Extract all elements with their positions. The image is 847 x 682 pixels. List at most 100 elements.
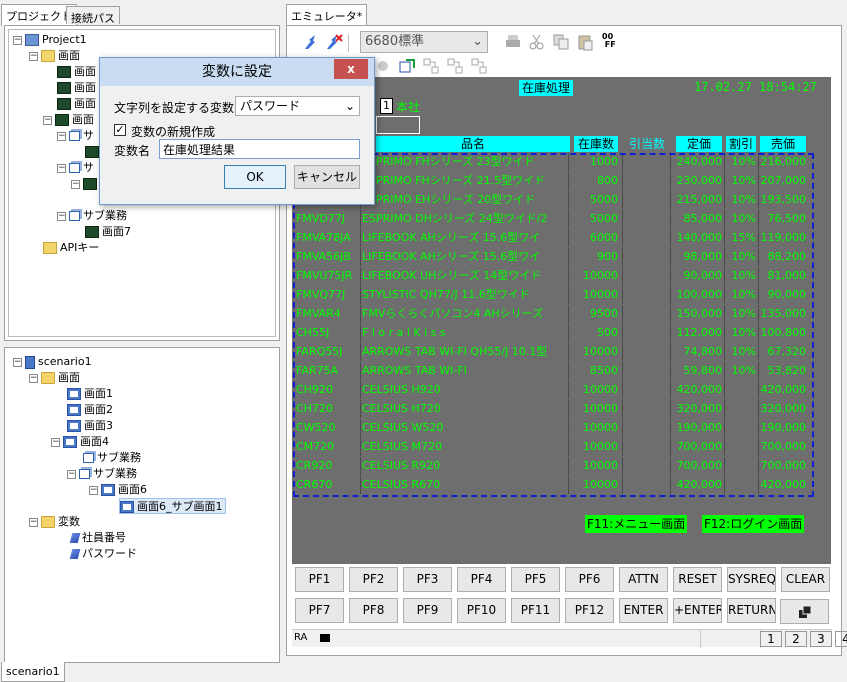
collapse-icon[interactable]: − bbox=[57, 163, 66, 173]
close-button[interactable]: x bbox=[334, 59, 368, 79]
set-variable-icon[interactable] bbox=[398, 57, 418, 77]
pf-key-pf8[interactable]: PF8 bbox=[349, 598, 398, 623]
tree-label: サブ業務 bbox=[97, 451, 141, 464]
pf-key-attn[interactable]: ATTN bbox=[619, 567, 668, 592]
var-name-input[interactable] bbox=[159, 139, 360, 159]
tree-screen2[interactable]: 画面2 bbox=[67, 402, 113, 418]
tree-project-root[interactable]: − Project1 bbox=[13, 32, 87, 48]
record-icon[interactable] bbox=[378, 61, 388, 71]
pf-key-enter[interactable]: ENTER bbox=[619, 598, 668, 623]
chevron-down-icon: ⌄ bbox=[472, 34, 483, 49]
tree-folder-screens[interactable]: − 画面 bbox=[29, 370, 80, 386]
pf-key-clear[interactable]: CLEAR bbox=[781, 567, 830, 592]
page-indicator-3[interactable]: 3 bbox=[810, 631, 832, 647]
hex-toggle-icon[interactable]: 00 FF bbox=[602, 33, 616, 49]
tree-screen3[interactable]: 画面3 bbox=[67, 418, 113, 434]
branch-name: 本社 bbox=[396, 100, 421, 114]
collapse-icon[interactable]: − bbox=[89, 485, 98, 495]
collapse-icon[interactable]: − bbox=[29, 51, 38, 61]
collapse-icon[interactable]: − bbox=[29, 517, 38, 527]
window-mode-button[interactable] bbox=[780, 599, 829, 624]
tree-screen7[interactable]: 画面7 bbox=[85, 224, 131, 240]
pf-key-pf9[interactable]: PF9 bbox=[403, 598, 452, 623]
tree-screen1[interactable]: 画面1 bbox=[67, 386, 113, 402]
collapse-icon[interactable]: − bbox=[13, 35, 22, 45]
tree-screen[interactable]: 画面 bbox=[57, 80, 96, 96]
collapse-icon[interactable]: − bbox=[71, 179, 80, 189]
collapse-icon[interactable]: − bbox=[43, 115, 52, 125]
tree-label: 社員番号 bbox=[82, 531, 126, 544]
tab-scenario1[interactable]: scenario1 bbox=[1, 662, 65, 682]
tree-sub-business[interactable]: − サ bbox=[57, 160, 94, 176]
disconnect-icon[interactable] bbox=[324, 32, 344, 52]
tab-emulator[interactable]: エミュレータ* bbox=[286, 4, 368, 26]
tree-screen4[interactable]: − 画面4 bbox=[51, 434, 109, 450]
new-var-checkbox[interactable]: ✓ bbox=[114, 124, 126, 136]
paste-icon[interactable] bbox=[576, 33, 596, 53]
collapse-icon[interactable]: − bbox=[13, 357, 22, 367]
pf-key-pf10[interactable]: PF10 bbox=[457, 598, 506, 623]
tree-screen[interactable]: − 画面 bbox=[43, 112, 94, 128]
pf-key-plus-enter[interactable]: +ENTER bbox=[673, 598, 722, 623]
collapse-icon[interactable]: − bbox=[51, 437, 60, 447]
pf-key-pf4[interactable]: PF4 bbox=[457, 567, 506, 592]
cut-icon[interactable] bbox=[528, 33, 548, 53]
tree-var-employee[interactable]: 社員番号 bbox=[69, 530, 126, 546]
string-var-select[interactable]: パスワード ⌄ bbox=[235, 96, 360, 116]
page-indicator-2[interactable]: 2 bbox=[785, 631, 807, 647]
tree-label: 画面6 bbox=[118, 483, 147, 496]
pf-key-row-1: PF1 PF2 PF3 PF4 PF5 PF6 ATTN RESET SYSREQ CLEAR bbox=[293, 567, 833, 595]
tree-screen6-sub[interactable]: 画面6_サブ画面1 bbox=[119, 498, 226, 514]
tree-label: 画面7 bbox=[102, 225, 131, 238]
ok-button[interactable]: OK bbox=[224, 165, 286, 189]
terminal-type-select[interactable]: 6680標準 ⌄ bbox=[360, 31, 488, 53]
pf-key-return[interactable]: RETURN bbox=[727, 598, 776, 623]
collapse-icon[interactable]: − bbox=[57, 131, 66, 141]
flow-icon[interactable] bbox=[422, 57, 442, 77]
signal-icon bbox=[320, 634, 330, 642]
pf-key-pf2[interactable]: PF2 bbox=[349, 567, 398, 592]
tree-folder-vars[interactable]: − 変数 bbox=[29, 514, 80, 530]
tree-screen[interactable]: 画面 bbox=[57, 64, 96, 80]
copy-icon[interactable] bbox=[552, 33, 572, 53]
scenario-icon bbox=[25, 355, 35, 369]
tree-screen[interactable]: 画面 bbox=[57, 96, 96, 112]
tree-screen[interactable]: − bbox=[71, 176, 97, 192]
tree-sub-business[interactable]: − サ bbox=[57, 128, 94, 144]
tree-sub-business[interactable]: − サブ業務 bbox=[57, 208, 127, 224]
pf-key-pf3[interactable]: PF3 bbox=[403, 567, 452, 592]
pf-key-reset[interactable]: RESET bbox=[673, 567, 722, 592]
pf-key-sysreq[interactable]: SYSREQ bbox=[727, 567, 776, 592]
tree-sub-business[interactable]: − サブ業務 bbox=[67, 466, 137, 482]
tree-folder-screens[interactable]: − 画面 bbox=[29, 48, 80, 64]
cancel-button[interactable]: キャンセル bbox=[294, 165, 360, 189]
tree-screen6[interactable]: − 画面6 bbox=[89, 482, 147, 498]
connect-icon[interactable] bbox=[302, 32, 322, 52]
collapse-icon[interactable]: − bbox=[67, 469, 76, 479]
pf-key-pf5[interactable]: PF5 bbox=[511, 567, 560, 592]
tree-screen[interactable] bbox=[85, 144, 99, 160]
branch-number-field[interactable]: 1 bbox=[380, 98, 393, 114]
pf-key-pf12[interactable]: PF12 bbox=[565, 598, 614, 623]
pf-key-pf7[interactable]: PF7 bbox=[295, 598, 344, 623]
screen-icon bbox=[67, 388, 81, 400]
tree-sub-business[interactable]: サブ業務 bbox=[83, 450, 141, 466]
page-indicator-1[interactable]: 1 bbox=[760, 631, 782, 647]
pf-key-pf1[interactable]: PF1 bbox=[295, 567, 344, 592]
page-indicator-4[interactable]: 4 bbox=[835, 631, 847, 647]
tree-api-key[interactable]: APIキー bbox=[43, 240, 99, 256]
tree-scenario-root[interactable]: − scenario1 bbox=[13, 354, 92, 370]
pf-key-pf6[interactable]: PF6 bbox=[565, 567, 614, 592]
input-field[interactable] bbox=[376, 116, 420, 134]
header-stock: 在庫数 bbox=[574, 136, 618, 152]
flow-icon[interactable] bbox=[446, 57, 466, 77]
sub-business-icon bbox=[83, 453, 94, 463]
tree-var-password[interactable]: パスワード bbox=[69, 546, 137, 562]
collapse-icon[interactable]: − bbox=[29, 373, 38, 383]
print-icon[interactable] bbox=[504, 33, 524, 53]
collapse-icon[interactable]: − bbox=[57, 211, 66, 221]
tab-connection-path[interactable]: 接続パス bbox=[66, 6, 120, 25]
sub-business-icon bbox=[79, 469, 90, 479]
flow-icon[interactable] bbox=[470, 57, 490, 77]
pf-key-pf11[interactable]: PF11 bbox=[511, 598, 560, 623]
